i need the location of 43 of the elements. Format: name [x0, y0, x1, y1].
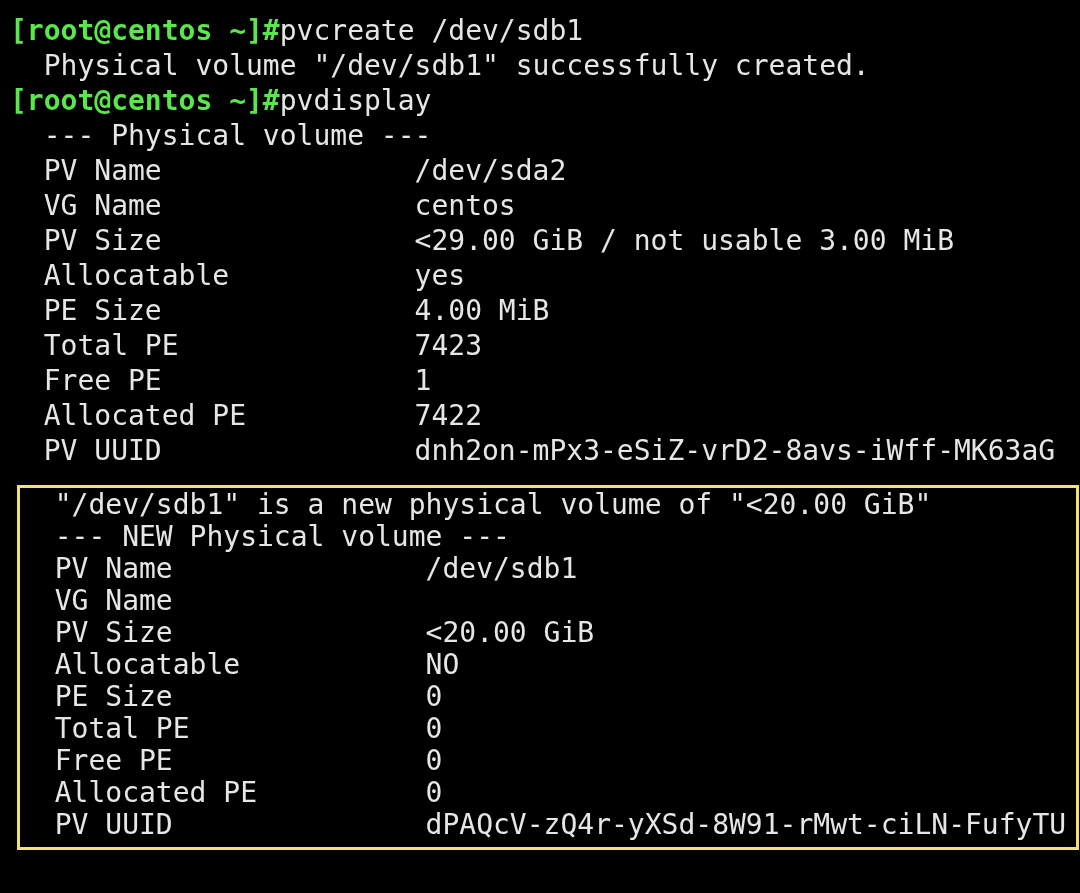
field-label: VG Name: [53, 585, 174, 617]
field-label: Allocatable: [42, 258, 231, 293]
field-value: 7423: [414, 328, 482, 363]
command-text: pvcreate /dev/sdb1: [279, 13, 584, 48]
field-value: dPAQcV-zQ4r-yXSd-8W91-rMwt-ciLN-FufyTU: [425, 809, 1067, 841]
field-value: 0: [425, 713, 443, 745]
field-label: VG Name: [42, 188, 163, 223]
field-label: PV UUID: [53, 809, 174, 841]
field-value: /dev/sdb1: [425, 553, 578, 585]
field-label: PV Name: [42, 153, 163, 188]
field-label: PV Name: [53, 553, 174, 585]
field-value: 0: [425, 777, 443, 809]
field-value: <29.00 GiB / not usable 3.00 MiB: [414, 223, 954, 258]
field-value: yes: [414, 258, 466, 293]
field-label: PV Size: [53, 617, 174, 649]
field-label: PE Size: [53, 681, 174, 713]
field-value: NO: [425, 649, 460, 681]
field-value: 4.00 MiB: [414, 293, 550, 328]
shell-prompt: [root@centos ~]#: [10, 13, 280, 48]
field-label: Allocatable: [53, 649, 242, 681]
field-value: 0: [425, 745, 443, 777]
field-label: Free PE: [53, 745, 174, 777]
section-header: "/dev/sdb1" is a new physical volume of "<20.00 GiB": [53, 489, 932, 521]
output-text: Physical volume "/dev/sdb1" successfully created.: [42, 48, 870, 83]
command-text: pvdisplay: [279, 83, 432, 118]
field-label: Total PE: [42, 328, 180, 363]
field-value: centos: [414, 188, 516, 223]
field-value: <20.00 GiB: [425, 617, 595, 649]
field-label: PE Size: [42, 293, 163, 328]
field-label: Free PE: [42, 363, 163, 398]
shell-prompt: [root@centos ~]#: [10, 83, 280, 118]
field-label: Allocated PE: [53, 777, 258, 809]
field-label: PV Size: [42, 223, 163, 258]
field-value: 1: [414, 363, 432, 398]
field-label: Allocated PE: [42, 398, 247, 433]
section-header: --- Physical volume ---: [42, 118, 432, 153]
field-value: /dev/sda2: [414, 153, 567, 188]
field-label: PV UUID: [42, 433, 163, 468]
field-value: 0: [425, 681, 443, 713]
field-value: 7422: [414, 398, 482, 433]
section-header: --- NEW Physical volume ---: [53, 521, 510, 553]
field-label: Total PE: [53, 713, 191, 745]
field-value: dnh2on-mPx3-eSiZ-vrD2-8avs-iWff-MK63aG: [414, 433, 1056, 468]
